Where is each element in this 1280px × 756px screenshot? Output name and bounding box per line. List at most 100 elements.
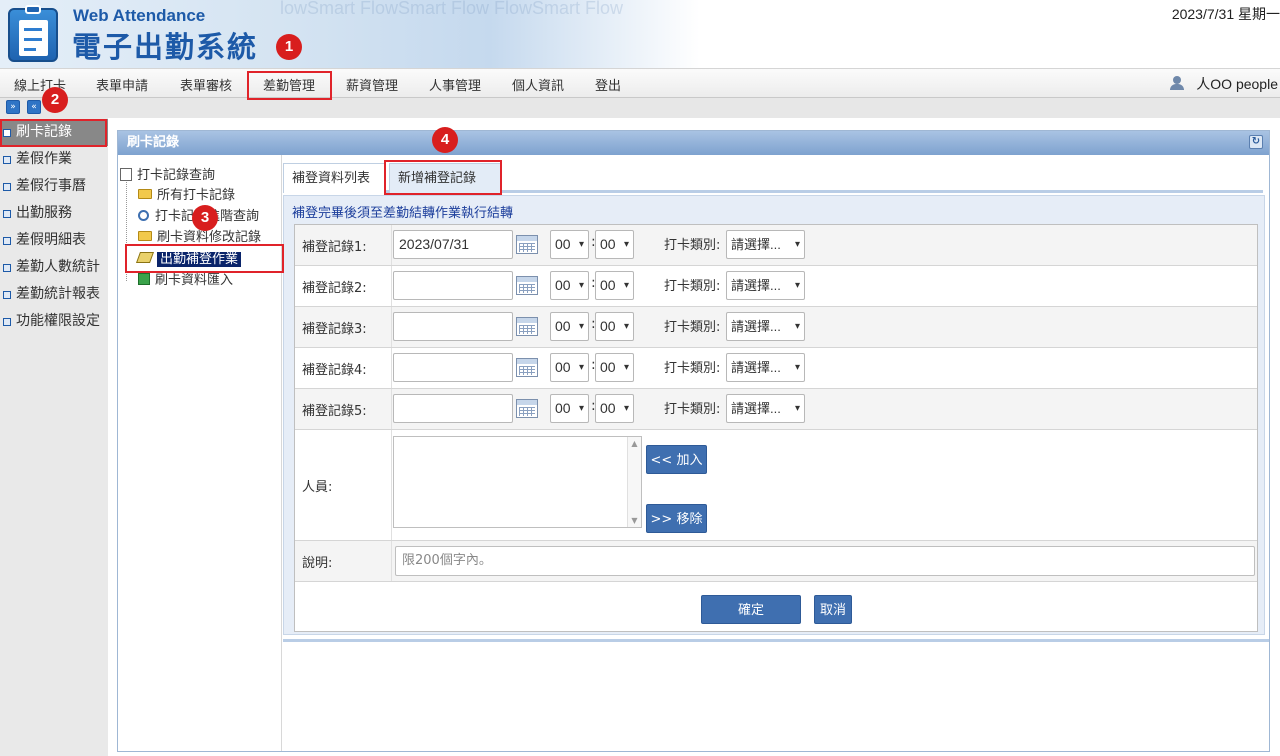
minute-select-3[interactable]: 00 ▾ (595, 312, 634, 341)
remove-person-button[interactable]: >> 移除 (646, 504, 707, 533)
folder-icon (138, 231, 152, 241)
menu-attendance-mgmt[interactable]: 差勤管理 (263, 75, 315, 94)
menu-salary-mgmt[interactable]: 薪資管理 (346, 75, 398, 94)
date-input-4[interactable] (393, 353, 513, 382)
sidebar-item-label: 刷卡記錄 (16, 124, 72, 140)
main-panel: 刷卡記錄 ↻ 打卡記錄查詢 所有打卡記錄 打卡記錄進階查詢 刷卡資料修改記錄 出… (117, 130, 1270, 752)
date-input-1[interactable]: 2023/07/31 (393, 230, 513, 259)
minute-select-4[interactable]: 00 ▾ (595, 353, 634, 382)
hour-select-5[interactable]: 00 ▾ (550, 394, 589, 423)
type-label: 打卡類別: (664, 279, 721, 294)
calendar-icon[interactable] (516, 235, 538, 254)
panel-header: 刷卡記錄 ↻ (118, 131, 1269, 155)
minute-value: 00 (600, 318, 616, 334)
minute-select-2[interactable]: 00 ▾ (595, 271, 634, 300)
date-input-5[interactable] (393, 394, 513, 423)
square-bullet-icon (3, 318, 11, 326)
chevron-down-icon: ▾ (623, 280, 629, 291)
sidebar-item-punch-records[interactable]: 刷卡記錄 (0, 119, 108, 146)
tab-supplement-list[interactable]: 補登資料列表 (283, 163, 385, 193)
calendar-icon[interactable] (516, 276, 538, 295)
calendar-icon[interactable] (516, 317, 538, 336)
sidebar-item-label: 差假行事曆 (16, 178, 86, 194)
sidebar-item-headcount-stats[interactable]: 差勤人數統計 (0, 254, 108, 281)
type-select-5[interactable]: 請選擇... ▾ (726, 394, 805, 423)
date-input-3[interactable] (393, 312, 513, 341)
user-icon (1170, 76, 1185, 90)
tree-item-label: 刷卡資料修改記錄 (157, 230, 262, 245)
people-label: 人員: (302, 479, 333, 495)
square-bullet-icon (3, 210, 11, 218)
type-label: 打卡類別: (664, 320, 721, 335)
hour-value: 00 (555, 400, 571, 416)
tree-item-all-records[interactable]: 所有打卡記錄 (138, 184, 235, 203)
add-person-button[interactable]: << 加入 (646, 445, 707, 474)
scrollbar[interactable]: ▲ ▼ (627, 437, 641, 527)
expand-icon[interactable]: » (6, 100, 20, 114)
record-row-2: 補登記錄2: 00 ▾ : 00 ▾ 打卡類別: 請選擇... ▾ (295, 266, 1257, 307)
hour-select-1[interactable]: 00 ▾ (550, 230, 589, 259)
minute-value: 00 (600, 400, 616, 416)
menu-logout[interactable]: 登出 (595, 75, 621, 94)
minute-select-5[interactable]: 00 ▾ (595, 394, 634, 423)
banner-decoration: lowSmart FlowSmart Flow FlowSmart Flow (280, 0, 624, 18)
sidebar: 刷卡記錄 差假作業 差假行事曆 出勤服務 差假明細表 差勤人數統計 差勤統計報表… (0, 118, 108, 756)
tab-add-supplement[interactable]: 新增補登記錄 (389, 163, 501, 193)
tree-item-attendance-supplement[interactable]: 出勤補登作業 (135, 248, 242, 267)
record-label: 補登記錄5: (302, 403, 367, 419)
sidebar-item-leave[interactable]: 差假作業 (0, 146, 108, 173)
chevron-down-icon: ▾ (623, 239, 629, 250)
sidebar-item-attendance-service[interactable]: 出勤服務 (0, 200, 108, 227)
type-value: 請選擇... (731, 319, 781, 334)
sidebar-item-leave-calendar[interactable]: 差假行事曆 (0, 173, 108, 200)
user-info[interactable]: 人OO people (1170, 74, 1278, 94)
type-select-3[interactable]: 請選擇... ▾ (726, 312, 805, 341)
hour-select-4[interactable]: 00 ▾ (550, 353, 589, 382)
people-row: 人員: ▲ ▼ << 加入 >> 移除 (295, 430, 1257, 541)
type-select-4[interactable]: 請選擇... ▾ (726, 353, 805, 382)
menu-personal-info[interactable]: 個人資訊 (512, 75, 564, 94)
chevron-down-icon: ▾ (578, 239, 584, 250)
description-input[interactable]: 限200個字內。 (395, 546, 1255, 576)
chevron-down-icon: ▾ (794, 362, 800, 373)
calendar-icon[interactable] (516, 358, 538, 377)
form-area: 補登完畢後須至差勤結轉作業執行結轉 補登記錄1: 2023/07/31 00 ▾ … (283, 195, 1265, 635)
cancel-button[interactable]: 取消 (814, 595, 852, 624)
chevron-down-icon: ▾ (623, 403, 629, 414)
square-bullet-icon (3, 183, 11, 191)
people-list[interactable]: ▲ ▼ (393, 436, 642, 528)
hour-select-2[interactable]: 00 ▾ (550, 271, 589, 300)
sidebar-item-label: 差勤統計報表 (16, 286, 100, 302)
calendar-icon[interactable] (516, 399, 538, 418)
tree-root[interactable]: 打卡記錄查詢 (120, 164, 215, 183)
minute-select-1[interactable]: 00 ▾ (595, 230, 634, 259)
refresh-icon[interactable]: ↻ (1249, 135, 1263, 149)
tree-item-label: 所有打卡記錄 (157, 188, 236, 203)
square-bullet-icon (3, 237, 11, 245)
menu-hr-mgmt[interactable]: 人事管理 (429, 75, 481, 94)
type-select-2[interactable]: 請選擇... ▾ (726, 271, 805, 300)
type-select-1[interactable]: 請選擇... ▾ (726, 230, 805, 259)
menu-form-apply[interactable]: 表單申請 (96, 75, 148, 94)
record-row-5: 補登記錄5: 00 ▾ : 00 ▾ 打卡類別: 請選擇... ▾ (295, 389, 1257, 430)
chevron-down-icon: ▾ (578, 280, 584, 291)
magnifier-icon (138, 210, 149, 221)
sidebar-item-permission-settings[interactable]: 功能權限設定 (0, 308, 108, 335)
tool-strip: » « (0, 98, 1280, 118)
pencil-icon (135, 252, 155, 263)
sidebar-item-leave-detail[interactable]: 差假明細表 (0, 227, 108, 254)
sidebar-item-stats-report[interactable]: 差勤統計報表 (0, 281, 108, 308)
chevron-down-icon: ▾ (578, 321, 584, 332)
content-area: 補登資料列表 新增補登記錄 補登完畢後須至差勤結轉作業執行結轉 補登記錄1: 2… (283, 155, 1269, 751)
panel-title: 刷卡記錄 (127, 135, 180, 150)
hour-value: 00 (555, 359, 571, 375)
type-label: 打卡類別: (664, 238, 721, 253)
collapse-icon[interactable]: « (27, 100, 41, 114)
tree-item-data-import[interactable]: 刷卡資料匯入 (138, 269, 233, 288)
confirm-button[interactable]: 確定 (701, 595, 801, 624)
date-input-2[interactable] (393, 271, 513, 300)
tab-bar: 補登資料列表 新增補登記錄 (283, 161, 1263, 193)
hour-select-3[interactable]: 00 ▾ (550, 312, 589, 341)
menu-form-review[interactable]: 表單審核 (180, 75, 232, 94)
app-title-zh: 電子出勤系統 (72, 30, 259, 64)
